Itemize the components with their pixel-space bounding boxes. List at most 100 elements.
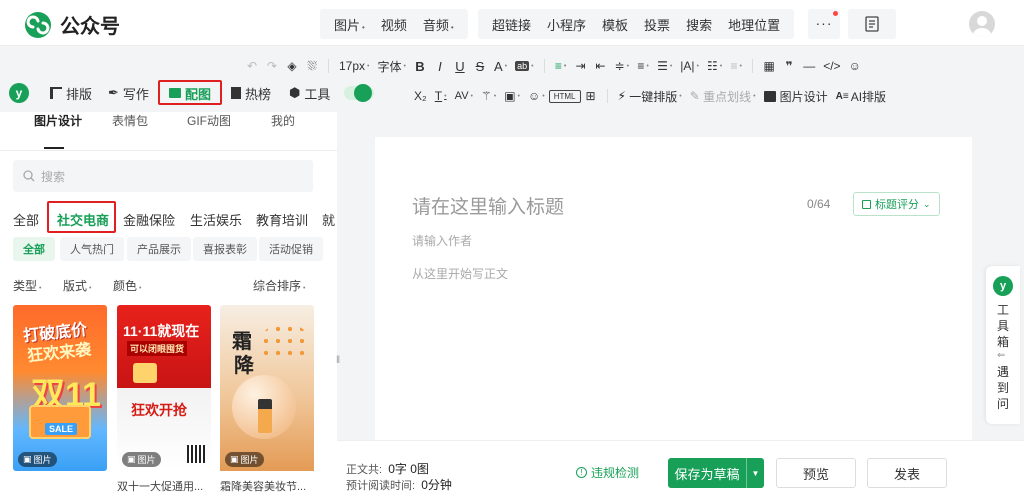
- filter-type[interactable]: 类型 •: [13, 277, 41, 294]
- insert-vote-button[interactable]: 投票: [636, 15, 678, 34]
- font-size-select[interactable]: 17px •: [335, 55, 373, 77]
- char-spacing-icon[interactable]: AV •: [451, 85, 477, 107]
- help-label[interactable]: 遇到问题: [997, 364, 1011, 412]
- template-card[interactable]: 霜 降 ▣ 图片 霜降美容美妆节...: [220, 305, 314, 494]
- html-icon[interactable]: HTML: [548, 89, 581, 103]
- insert-video-button[interactable]: 视频: [373, 15, 415, 34]
- font-family-select[interactable]: 字体 •: [373, 55, 409, 77]
- key-underline-button[interactable]: ✎ 重点划线 •: [686, 85, 760, 107]
- insert-hyperlink-button[interactable]: 超链接: [484, 15, 539, 34]
- category-all[interactable]: 全部: [13, 210, 39, 229]
- italic-icon[interactable]: I: [430, 55, 450, 77]
- body-editor[interactable]: 从这里开始写正文: [412, 265, 508, 282]
- one-click-layout-button[interactable]: ⚡ 一键排版 •: [614, 85, 686, 107]
- margin-icon[interactable]: ☰ •: [653, 55, 676, 77]
- indent-icon[interactable]: ⇥: [571, 55, 591, 77]
- letter-spacing-icon[interactable]: |A| •: [676, 55, 703, 77]
- template-card[interactable]: 11·11就现在 可以闭眼囤货 狂欢开抢 ▣ 图片 双十一大促通用...: [117, 305, 211, 494]
- category-more[interactable]: 就: [322, 210, 337, 229]
- category-finance[interactable]: 金融保险: [123, 210, 175, 229]
- emoji-icon[interactable]: ☺: [845, 55, 865, 77]
- table-icon[interactable]: ▦: [759, 55, 779, 77]
- bold-icon[interactable]: B: [410, 55, 430, 77]
- panel-resize-handle[interactable]: ‖: [336, 355, 340, 366]
- insert-location-button[interactable]: 地理位置: [720, 15, 788, 34]
- background-color-icon[interactable]: ab •: [511, 55, 537, 77]
- chip-award[interactable]: 喜报表彰: [193, 237, 257, 261]
- category-education[interactable]: 教育培训: [256, 210, 308, 229]
- title-input[interactable]: 请在这里输入标题: [412, 192, 564, 219]
- chip-promotion[interactable]: 活动促销: [259, 237, 323, 261]
- filter-layout[interactable]: 版式 •: [63, 277, 91, 294]
- plugin-layout-tab[interactable]: 排版: [50, 84, 92, 102]
- plugin-hotlist-tab[interactable]: 热榜: [231, 84, 271, 102]
- sticker-icon[interactable]: ☺ •: [524, 85, 549, 107]
- sort-select[interactable]: 综合排序 •: [253, 277, 305, 294]
- chip-product[interactable]: 产品展示: [127, 237, 191, 261]
- insert-search-button[interactable]: 搜索: [678, 15, 720, 34]
- chip-all[interactable]: 全部: [13, 237, 55, 261]
- tab-image-design[interactable]: 图片设计: [34, 112, 82, 129]
- underline-icon[interactable]: U: [450, 55, 470, 77]
- strikethrough-icon[interactable]: S: [470, 55, 490, 77]
- app-logo[interactable]: 公众号: [24, 10, 120, 39]
- outdent-icon[interactable]: ⇤: [591, 55, 611, 77]
- plugin-logo-icon[interactable]: y: [9, 83, 29, 103]
- plugin-tools-tab[interactable]: ⬢ 工具: [289, 84, 330, 102]
- tab-stickers[interactable]: 表情包: [112, 112, 148, 129]
- editor-sheet[interactable]: [375, 137, 972, 440]
- toolbar-divider: [752, 59, 754, 73]
- category-lifestyle[interactable]: 生活娱乐: [190, 210, 242, 229]
- toolbox-logo-icon: y: [993, 276, 1013, 296]
- toolbox-label: 工具箱: [997, 303, 1010, 349]
- poster-headline-2: 可以闭眼囤货: [127, 341, 188, 356]
- code-icon[interactable]: </>: [819, 55, 844, 77]
- toolbox-icon[interactable]: ⊞: [581, 85, 601, 107]
- tab-gif[interactable]: GIF动图: [187, 112, 231, 129]
- pen-icon: ✒: [108, 85, 119, 100]
- publish-button[interactable]: 发表: [867, 458, 947, 488]
- eraser-icon[interactable]: ◈: [282, 55, 302, 77]
- subscript-icon[interactable]: X₂: [410, 85, 431, 107]
- text-border-icon[interactable]: T •: [431, 85, 451, 107]
- insert-image-icon[interactable]: ▣ •: [500, 85, 524, 107]
- template-card[interactable]: 打破底价 狂欢来袭 双11 SALE ▣ 图片: [13, 305, 107, 471]
- document-icon[interactable]: [848, 9, 896, 39]
- insert-image-menu[interactable]: 图片 •: [326, 15, 373, 34]
- paragraph-spacing-icon[interactable]: ≡ •: [633, 55, 653, 77]
- redo-icon[interactable]: ↷: [262, 55, 282, 77]
- chevron-down-icon: ⌄: [923, 198, 931, 209]
- line-height-icon[interactable]: ≑ •: [611, 55, 634, 77]
- insert-audio-menu[interactable]: 音频 •: [415, 15, 462, 34]
- image-badge-icon: ▣: [230, 454, 239, 464]
- quote-icon[interactable]: ❞: [779, 55, 799, 77]
- search-input[interactable]: 搜索: [13, 160, 313, 192]
- preview-button[interactable]: 预览: [776, 458, 856, 488]
- format-toolbar-row-2: X₂ T • AV • ⚚ • ▣ • ☺ • HTML ⊞ ⚡ 一键排版 • ✎ 重点划线…: [410, 84, 890, 108]
- author-input[interactable]: 请输入作者: [412, 232, 472, 249]
- plugin-write-tab[interactable]: ✒ 写作: [108, 84, 149, 102]
- font-color-icon[interactable]: A •: [490, 55, 511, 77]
- collapse-arrow-icon[interactable]: ⇐: [997, 348, 1011, 364]
- undo-icon[interactable]: ↶: [242, 55, 262, 77]
- tab-mine[interactable]: 我的: [271, 112, 295, 129]
- image-design-button[interactable]: 图片设计: [760, 85, 832, 107]
- title-score-button[interactable]: 标题评分 ⌄: [853, 192, 940, 216]
- insert-miniprogram-button[interactable]: 小程序: [539, 15, 594, 34]
- insert-template-button[interactable]: 模板: [594, 15, 636, 34]
- divider-line-icon[interactable]: —: [799, 55, 819, 77]
- ai-layout-button[interactable]: A≡ AI排版: [832, 85, 890, 107]
- align-left-icon[interactable]: ≡ •: [551, 55, 571, 77]
- insert-media-group: 图片 • 视频 音频 •: [320, 9, 468, 39]
- user-avatar[interactable]: [969, 11, 995, 37]
- save-options-dropdown[interactable]: ▼: [746, 458, 764, 488]
- side-toolbox[interactable]: y 工具箱 ⇐ 遇到问题: [986, 266, 1020, 424]
- bulleted-list-icon[interactable]: ☷ •: [703, 55, 726, 77]
- filter-color[interactable]: 颜色 •: [113, 277, 141, 294]
- numbered-list-icon[interactable]: ≡ •: [726, 55, 746, 77]
- magic-wand-icon[interactable]: ⚚ •: [477, 85, 500, 107]
- format-painter-icon[interactable]: ⛆: [302, 55, 322, 77]
- chip-popular[interactable]: 人气热门: [60, 237, 124, 261]
- compliance-check-button[interactable]: ! 违规检测: [576, 464, 639, 481]
- save-draft-button[interactable]: 保存为草稿 ▼: [668, 458, 764, 488]
